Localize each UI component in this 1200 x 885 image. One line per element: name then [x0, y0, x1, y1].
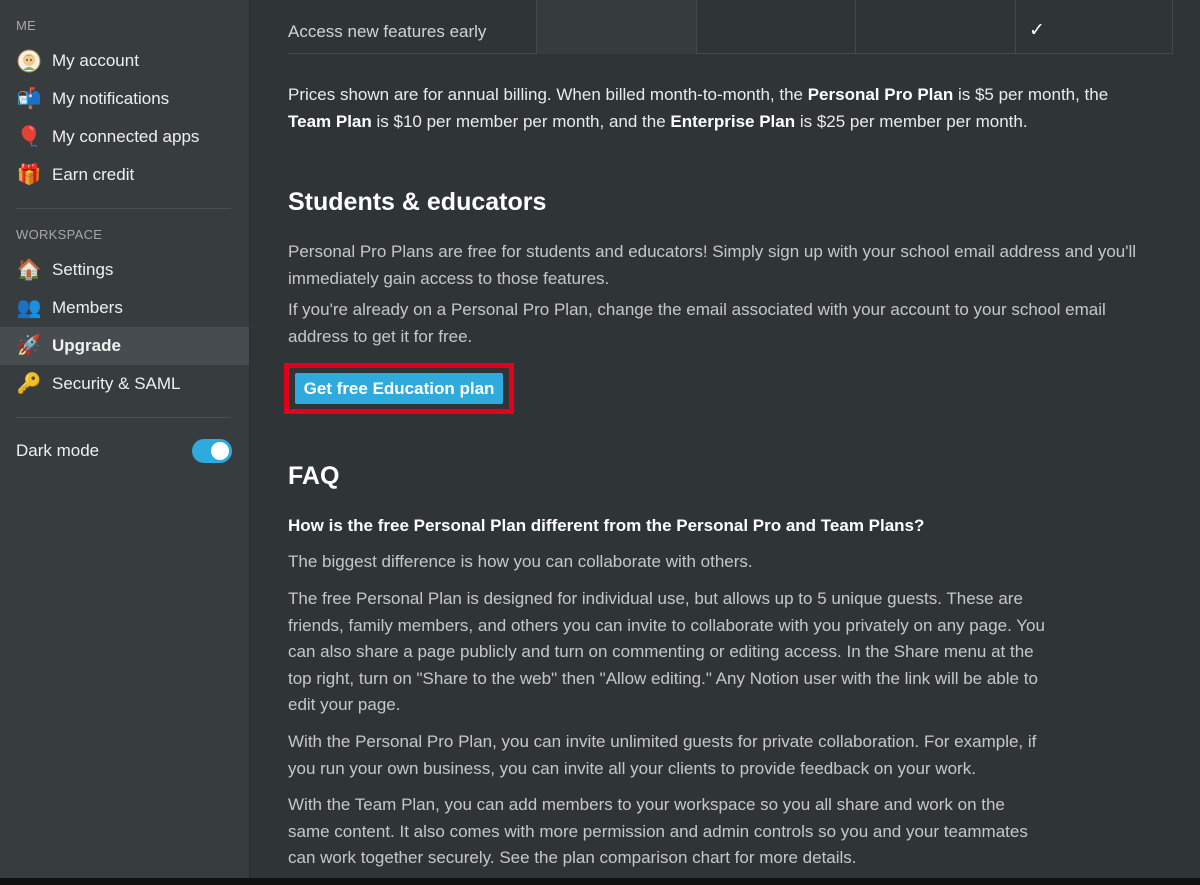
mailbox-icon: 📬 [16, 88, 42, 110]
pricing-text: is $25 per member per month. [795, 112, 1028, 131]
sidebar-item-label: Members [52, 298, 123, 317]
settings-sidebar: ME My account 📬 My notifications 🎈 My co… [0, 0, 250, 878]
pricing-text: is $5 per month, the [953, 85, 1109, 104]
avatar-icon [16, 48, 42, 74]
sidebar-section-workspace: WORKSPACE [16, 227, 103, 242]
pricing-plan-name: Enterprise Plan [670, 112, 796, 131]
sidebar-item-label: Security & SAML [52, 374, 181, 393]
settings-window: ME My account 📬 My notifications 🎈 My co… [0, 0, 1200, 878]
pricing-plan-name: Team Plan [288, 112, 372, 131]
students-paragraph-2: If you're already on a Personal Pro Plan… [288, 300, 1106, 346]
sidebar-divider [16, 417, 231, 418]
balloon-icon: 🎈 [16, 126, 42, 148]
sidebar-item-settings[interactable]: 🏠 Settings [0, 251, 249, 289]
faq-heading: FAQ [288, 462, 340, 490]
table-cell [855, 0, 1015, 54]
sidebar-item-label: Earn credit [52, 165, 135, 184]
sidebar-item-label: Upgrade [52, 336, 121, 355]
pricing-plan-name: Personal Pro Plan [807, 85, 954, 104]
education-button-highlight: Get free Education plan [284, 363, 514, 414]
rocket-icon: 🚀 [16, 335, 42, 357]
key-icon: 🔑 [16, 373, 42, 395]
faq-answer-2: The free Personal Plan is designed for i… [288, 589, 1045, 714]
toggle-knob [211, 442, 229, 460]
table-cell [536, 0, 696, 54]
get-education-plan-button[interactable]: Get free Education plan [295, 373, 503, 404]
sidebar-item-earn-credit[interactable]: 🎁 Earn credit [0, 156, 249, 194]
sidebar-item-label: My connected apps [52, 127, 200, 146]
window-bottom-edge [0, 878, 1200, 885]
sidebar-item-upgrade[interactable]: 🚀 Upgrade [0, 327, 249, 365]
table-row-label: Access new features early [288, 22, 487, 41]
students-heading: Students & educators [288, 188, 547, 216]
gift-icon: 🎁 [16, 164, 42, 186]
checkmark-icon: ✓ [1029, 20, 1045, 41]
dark-mode-toggle[interactable] [192, 439, 232, 463]
sidebar-item-my-notifications[interactable]: 📬 My notifications [0, 80, 249, 118]
pricing-text: is $10 per member per month, and the [371, 112, 671, 131]
sidebar-item-members[interactable]: 👥 Members [0, 289, 249, 327]
faq-answer-1: The biggest difference is how you can co… [288, 552, 753, 571]
house-icon: 🏠 [16, 259, 42, 281]
sidebar-item-my-connected-apps[interactable]: 🎈 My connected apps [0, 118, 249, 156]
students-paragraph-1: Personal Pro Plans are free for students… [288, 242, 1137, 288]
sidebar-item-label: My account [52, 51, 139, 70]
upgrade-content: Access new features early ✓ Prices shown… [250, 0, 1200, 878]
faq-answer-4: With the Team Plan, you can add members … [288, 795, 1028, 867]
sidebar-item-label: My notifications [52, 89, 170, 108]
people-icon: 👥 [16, 297, 42, 319]
sidebar-item-label: Settings [52, 260, 114, 279]
faq-question: How is the free Personal Plan different … [288, 516, 925, 535]
dark-mode-row: Dark mode [0, 432, 249, 470]
sidebar-section-me: ME [16, 18, 37, 33]
plan-comparison-table-row: Access new features early ✓ [288, 0, 1173, 54]
sidebar-divider [16, 208, 231, 209]
pricing-note: Prices shown are for annual billing. Whe… [288, 81, 1158, 135]
table-cell [696, 0, 856, 54]
sidebar-item-security-saml[interactable]: 🔑 Security & SAML [0, 365, 249, 403]
faq-answer-3: With the Personal Pro Plan, you can invi… [288, 732, 1037, 778]
dark-mode-label: Dark mode [16, 441, 100, 460]
pricing-text: Prices shown are for annual billing. Whe… [288, 85, 808, 104]
sidebar-item-my-account[interactable]: My account [0, 42, 249, 80]
